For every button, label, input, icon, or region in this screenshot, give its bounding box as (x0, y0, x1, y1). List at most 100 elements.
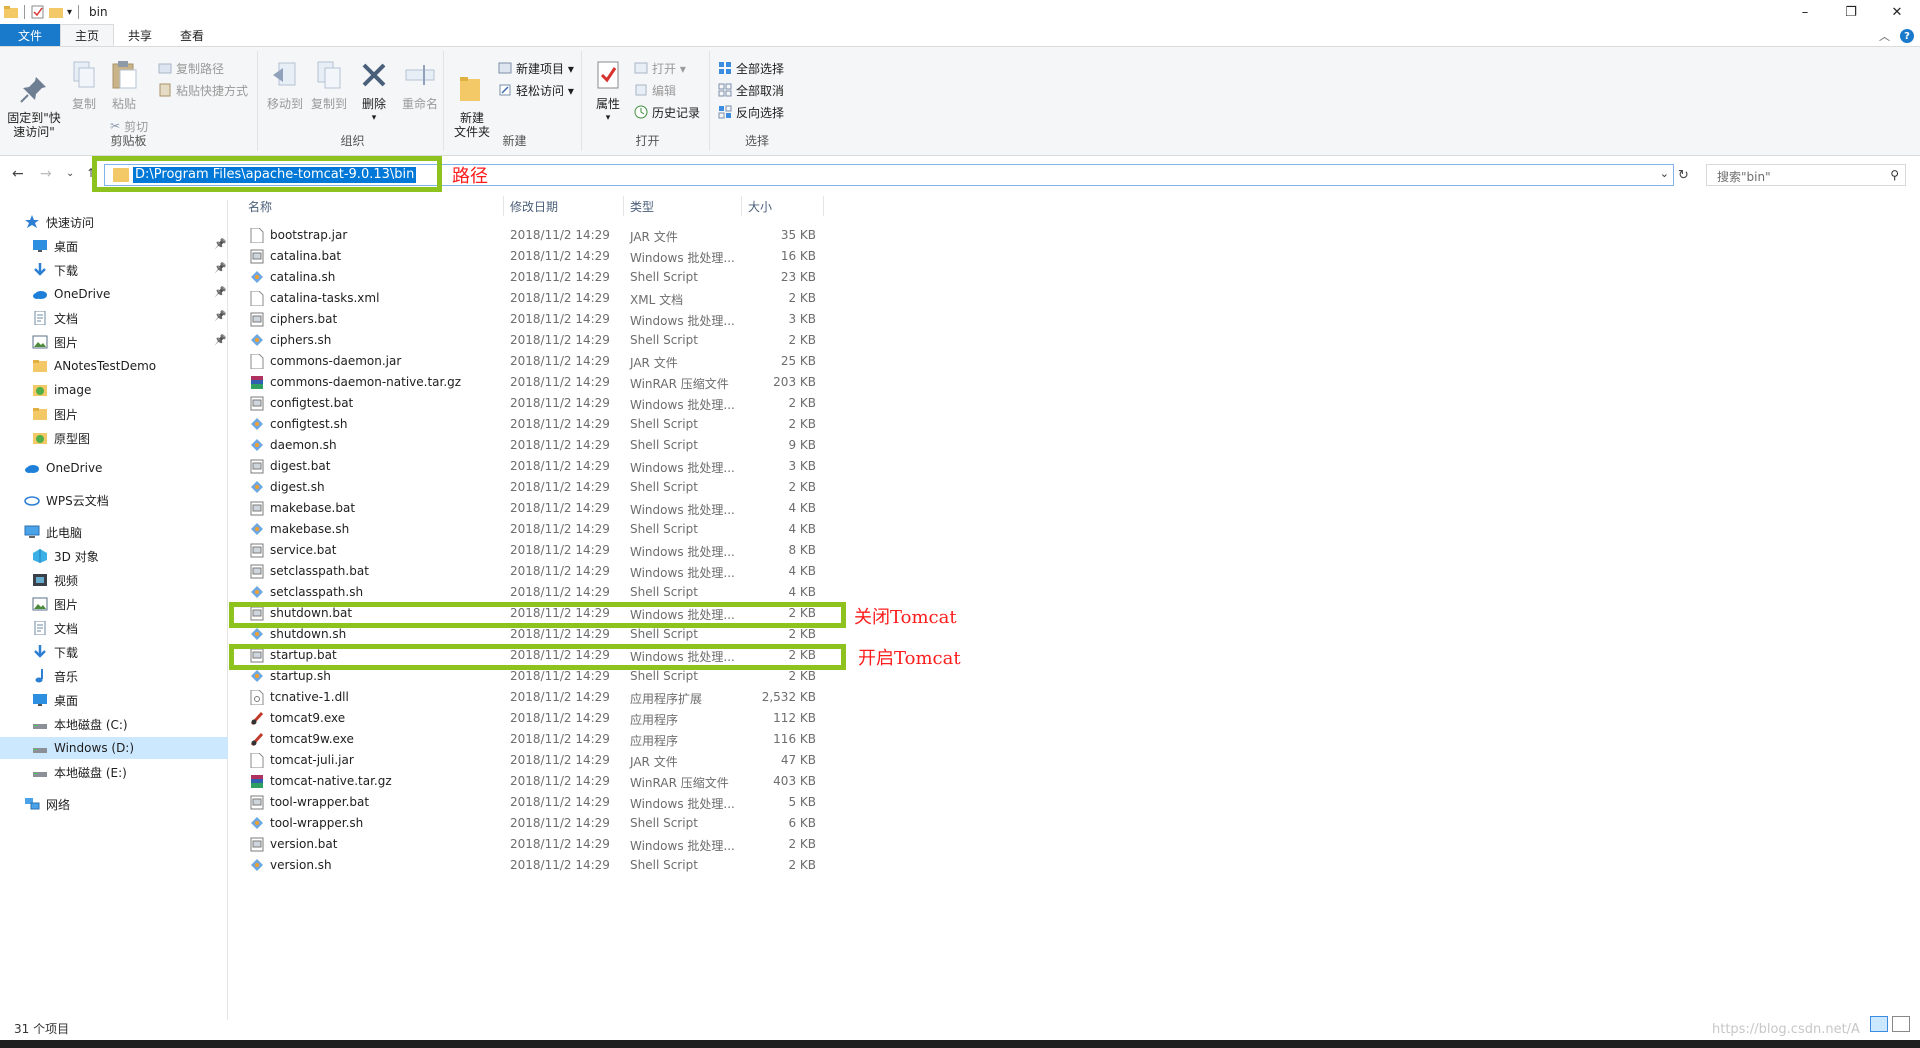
file-row[interactable]: tomcat-native.tar.gz 2018/11/2 14:29 WinRA… (248, 771, 848, 792)
forward-arrow-icon[interactable]: → (40, 166, 52, 182)
paste-shortcut-button[interactable]: 粘贴快捷方式 (158, 81, 248, 99)
history-button[interactable]: 历史记录 (634, 103, 700, 121)
new-folder-icon[interactable] (49, 6, 63, 18)
easy-access-button[interactable]: 轻松访问 ▾ (498, 81, 574, 99)
tab-file[interactable]: 文件 (0, 24, 61, 46)
nav-item[interactable]: 文档 (32, 617, 78, 639)
file-row[interactable]: tomcat-juli.jar 2018/11/2 14:29 JAR 文件 47 K… (248, 750, 848, 771)
delete-button[interactable]: 删除 ▾ (354, 59, 394, 125)
properties-icon[interactable] (31, 5, 45, 19)
file-row[interactable]: version.bat 2018/11/2 14:29 Windows 批处理...… (248, 834, 848, 855)
file-row[interactable]: digest.bat 2018/11/2 14:29 Windows 批处理... 3… (248, 456, 848, 477)
file-row[interactable]: configtest.bat 2018/11/2 14:29 Windows 批处理… (248, 393, 848, 414)
nav-item[interactable]: 3D 对象 (32, 545, 99, 567)
help-icon[interactable]: ? (1900, 29, 1914, 43)
file-row[interactable]: setclasspath.bat 2018/11/2 14:29 Windows 批… (248, 561, 848, 582)
ribbon-tabs: 文件 主页 共享 查看 ︿ ? (0, 24, 1920, 46)
column-header-date[interactable]: 修改日期 (504, 196, 624, 216)
column-header-type[interactable]: 类型 (624, 196, 742, 216)
file-date: 2018/11/2 14:29 (510, 732, 610, 746)
file-row[interactable]: tomcat9.exe 2018/11/2 14:29 应用程序 112 KB (248, 708, 848, 729)
file-row[interactable]: configtest.sh 2018/11/2 14:29 Shell Script… (248, 414, 848, 435)
rename-button[interactable]: 重命名 (398, 59, 442, 111)
refresh-icon[interactable]: ↻ (1678, 168, 1689, 183)
file-size: 2 KB (788, 669, 816, 683)
properties-button[interactable]: 属性 ▾ (590, 59, 626, 125)
nav-item[interactable]: 快速访问 (24, 211, 94, 233)
nav-item[interactable]: 图片 (32, 403, 78, 425)
nav-item[interactable]: 下载 (32, 259, 78, 281)
nav-item[interactable]: ANotesTestDemo (32, 355, 156, 377)
new-folder-button[interactable]: 新建 文件夹 (452, 59, 492, 139)
column-header-size[interactable]: 大小 (742, 196, 824, 216)
nav-item[interactable]: image (32, 379, 91, 401)
pin-quick-access-button[interactable]: 固定到"快 速访问" (4, 59, 64, 139)
open-button[interactable]: 打开 ▾ (634, 59, 686, 77)
file-row[interactable]: daemon.sh 2018/11/2 14:29 Shell Script 9 KB (248, 435, 848, 456)
details-view-button[interactable] (1870, 1016, 1888, 1032)
file-row[interactable]: tcnative-1.dll 2018/11/2 14:29 应用程序扩展 2,532… (248, 687, 848, 708)
nav-item[interactable]: 文档 (32, 307, 78, 329)
nav-item[interactable]: 图片 (32, 331, 78, 353)
file-row[interactable]: digest.sh 2018/11/2 14:29 Shell Script 2 KB (248, 477, 848, 498)
file-row[interactable]: catalina.sh 2018/11/2 14:29 Shell Script 23… (248, 267, 848, 288)
file-row[interactable]: makebase.sh 2018/11/2 14:29 Shell Script 4 … (248, 519, 848, 540)
invert-selection-button[interactable]: 反向选择 (718, 103, 784, 121)
nav-item[interactable]: 音乐 (32, 665, 78, 687)
nav-item[interactable]: 网络 (24, 793, 70, 815)
properties-dropdown-icon[interactable]: ▾ (590, 111, 626, 125)
nav-item[interactable]: WPS云文档 (24, 489, 109, 511)
nav-item[interactable]: 桌面 (32, 235, 78, 257)
nav-item[interactable]: OneDrive (24, 457, 102, 479)
select-all-button[interactable]: 全部选择 (718, 59, 784, 77)
nav-item[interactable]: 原型图 (32, 427, 90, 449)
edit-button[interactable]: 编辑 (634, 81, 676, 99)
search-input[interactable]: 搜索"bin" ⚲ (1706, 164, 1906, 186)
new-item-button[interactable]: 新建项目 ▾ (498, 59, 574, 77)
file-row[interactable]: tool-wrapper.sh 2018/11/2 14:29 Shell Scri… (248, 813, 848, 834)
collapse-ribbon-icon[interactable]: ︿ (1879, 28, 1890, 44)
nav-item[interactable]: 本地磁盘 (E:) (32, 761, 127, 783)
column-header-name[interactable]: 名称 (242, 196, 504, 216)
move-to-button[interactable]: 移动到 (264, 59, 306, 111)
file-row[interactable]: catalina.bat 2018/11/2 14:29 Windows 批处理..… (248, 246, 848, 267)
close-button[interactable]: ✕ (1874, 0, 1920, 24)
file-row[interactable]: tool-wrapper.bat 2018/11/2 14:29 Windows 批… (248, 792, 848, 813)
copy-path-button[interactable]: 复制路径 (158, 59, 224, 77)
select-none-button[interactable]: 全部取消 (718, 81, 784, 99)
nav-item[interactable]: 本地磁盘 (C:) (32, 713, 128, 735)
file-row[interactable]: bootstrap.jar 2018/11/2 14:29 JAR 文件 35 KB (248, 225, 848, 246)
file-row[interactable]: catalina-tasks.xml 2018/11/2 14:29 XML 文档 2… (248, 288, 848, 309)
copy-button[interactable]: 复制 (66, 59, 102, 111)
file-row[interactable]: tomcat9w.exe 2018/11/2 14:29 应用程序 116 KB (248, 729, 848, 750)
file-row[interactable]: ciphers.sh 2018/11/2 14:29 Shell Script 2 K… (248, 330, 848, 351)
nav-item[interactable]: 下载 (32, 641, 78, 663)
file-row[interactable]: makebase.bat 2018/11/2 14:29 Windows 批处理..… (248, 498, 848, 519)
file-type: WinRAR 压缩文件 (630, 776, 729, 790)
recent-locations-chevron-icon[interactable]: ⌄ (66, 168, 74, 179)
back-arrow-icon[interactable]: ← (12, 166, 24, 182)
nav-item[interactable]: 桌面 (32, 689, 78, 711)
delete-dropdown-icon[interactable]: ▾ (354, 111, 394, 125)
tab-share[interactable]: 共享 (114, 24, 166, 46)
file-row[interactable]: commons-daemon-native.tar.gz 2018/11/2 14… (248, 372, 848, 393)
customize-chevron-icon[interactable]: ▾ (67, 7, 72, 18)
minimize-button[interactable]: – (1782, 0, 1828, 24)
nav-item[interactable]: 图片 (32, 593, 78, 615)
large-icons-view-button[interactable] (1892, 1016, 1910, 1032)
file-row[interactable]: service.bat 2018/11/2 14:29 Windows 批处理...… (248, 540, 848, 561)
nav-item[interactable]: 此电脑 (24, 521, 82, 543)
file-row[interactable]: version.sh 2018/11/2 14:29 Shell Script 2 K… (248, 855, 848, 876)
maximize-button[interactable]: ❐ (1828, 0, 1874, 24)
file-row[interactable]: commons-daemon.jar 2018/11/2 14:29 JAR 文件 2… (248, 351, 848, 372)
nav-item[interactable]: OneDrive (32, 283, 110, 305)
address-dropdown-icon[interactable]: ⌄ (1660, 167, 1669, 180)
paste-button[interactable]: 粘贴 (106, 59, 142, 111)
tab-home[interactable]: 主页 (60, 24, 115, 46)
nav-item[interactable]: Windows (D:) (0, 737, 228, 759)
nav-item[interactable]: 视频 (32, 569, 78, 591)
tab-view[interactable]: 查看 (166, 24, 218, 46)
copy-to-button[interactable]: 复制到 (308, 59, 350, 111)
file-row[interactable]: ciphers.bat 2018/11/2 14:29 Windows 批处理...… (248, 309, 848, 330)
file-row[interactable]: setclasspath.sh 2018/11/2 14:29 Shell Scri… (248, 582, 848, 603)
